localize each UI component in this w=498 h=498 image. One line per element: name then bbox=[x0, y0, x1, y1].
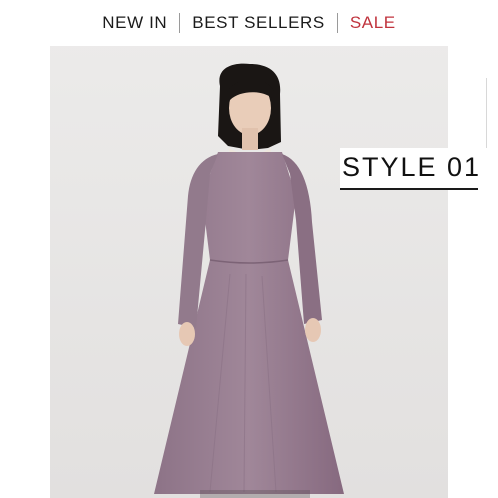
hero-image[interactable] bbox=[50, 24, 448, 498]
style-label-underline bbox=[340, 188, 478, 190]
nav-divider bbox=[179, 13, 181, 33]
nav-best-sellers[interactable]: BEST SELLERS bbox=[192, 13, 325, 33]
nav-new-in[interactable]: NEW IN bbox=[102, 13, 167, 33]
style-label: STYLE 01 bbox=[342, 152, 482, 182]
nav-sale[interactable]: SALE bbox=[350, 13, 396, 33]
top-navigation: NEW IN BEST SELLERS SALE bbox=[0, 0, 498, 46]
style-label-badge: STYLE 01 bbox=[340, 148, 482, 190]
nav-divider bbox=[336, 13, 338, 33]
model-photo bbox=[50, 24, 448, 498]
scroll-indicator bbox=[486, 78, 487, 148]
